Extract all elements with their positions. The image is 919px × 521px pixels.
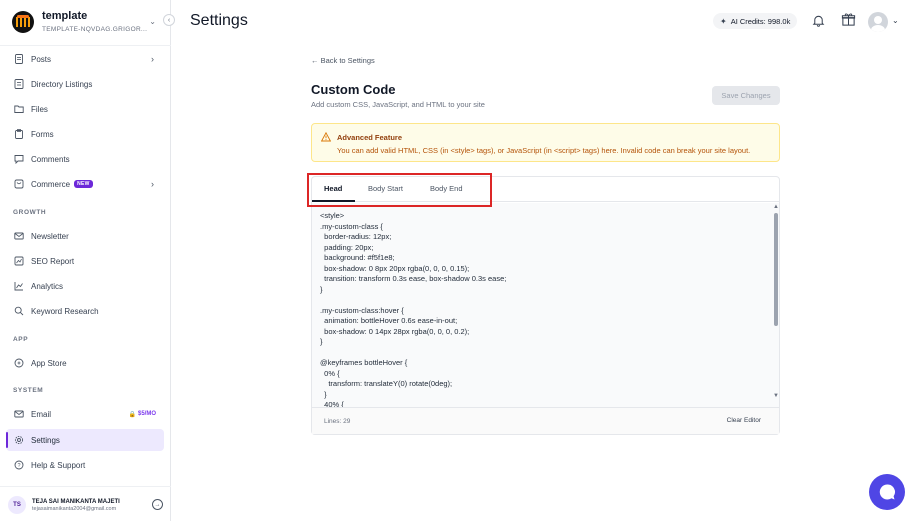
sidebar-item-forms[interactable]: Forms <box>6 123 164 145</box>
sidebar-item-label: Posts <box>31 54 52 64</box>
active-tab-indicator <box>312 200 355 202</box>
svg-text:?: ? <box>17 463 20 469</box>
custom-code-title: Custom Code <box>311 82 396 97</box>
sidebar-item-seo-report[interactable]: SEO Report <box>6 250 164 272</box>
document-icon <box>14 54 24 64</box>
page-title: Settings <box>190 12 248 29</box>
editor-scrollbar[interactable]: ▲ ▼ <box>772 203 779 407</box>
new-badge: NEW <box>74 180 93 188</box>
site-domain: TEMPLATE-NQVDAG.GRIGOR... <box>42 25 148 33</box>
chat-support-button[interactable] <box>869 474 905 510</box>
code-content[interactable]: <style> .my-custom-class { border-radius… <box>320 211 506 407</box>
code-tabs: Head Body Start Body End <box>312 177 779 202</box>
gear-icon <box>14 435 24 445</box>
report-icon <box>14 256 24 266</box>
advanced-feature-alert: Advanced Feature You can add valid HTML,… <box>311 123 780 162</box>
tab-body-start[interactable]: Body Start <box>368 184 403 193</box>
sidebar-item-label: Help & Support <box>31 460 86 470</box>
logout-icon[interactable]: → <box>152 499 163 510</box>
sidebar-item-label: Files <box>31 104 48 114</box>
search-icon <box>14 306 24 316</box>
line-count: Lines: 29 <box>324 418 351 425</box>
chevron-right-icon: › <box>151 54 154 64</box>
sidebar-item-keyword-research[interactable]: Keyword Research <box>6 300 164 322</box>
sidebar-item-label: SEO Report <box>31 256 75 266</box>
gift-icon[interactable] <box>841 12 856 27</box>
section-label-app: APP <box>13 336 29 343</box>
sidebar-item-help-support[interactable]: ? Help & Support <box>6 454 164 476</box>
collapse-sidebar-button[interactable]: ‹ <box>163 14 175 26</box>
sidebar: template TEMPLATE-NQVDAG.GRIGOR... ⌄ Pos… <box>0 0 171 521</box>
list-icon <box>14 79 24 89</box>
scroll-down-icon[interactable]: ▼ <box>773 393 779 399</box>
sidebar-item-label: App Store <box>31 358 67 368</box>
section-label-growth: GROWTH <box>13 209 47 216</box>
code-editor[interactable]: <style> .my-custom-class { border-radius… <box>312 203 779 407</box>
warning-icon <box>321 132 331 142</box>
sidebar-item-analytics[interactable]: Analytics <box>6 275 164 297</box>
sidebar-item-comments[interactable]: Comments <box>6 148 164 170</box>
lock-icon: 🔒 <box>128 411 136 418</box>
save-changes-button[interactable]: Save Changes <box>712 86 780 105</box>
back-to-settings-link[interactable]: ← Back to Settings <box>311 56 375 65</box>
scroll-thumb[interactable] <box>774 213 778 326</box>
sidebar-item-commerce[interactable]: Commerce NEW › <box>6 173 164 195</box>
section-label-system: SYSTEM <box>13 387 44 394</box>
site-switcher[interactable]: template TEMPLATE-NQVDAG.GRIGOR... ⌄ <box>12 8 162 36</box>
store-icon <box>14 358 24 368</box>
chat-bubble-icon <box>879 484 895 500</box>
ai-credits-badge[interactable]: ✦ AI Credits: 998.0k <box>713 13 798 29</box>
magic-wand-icon: ✦ <box>720 16 727 26</box>
sidebar-item-directory-listings[interactable]: Directory Listings <box>6 73 164 95</box>
sidebar-item-label: Analytics <box>31 281 64 291</box>
site-logo <box>12 11 34 33</box>
tab-head[interactable]: Head <box>324 184 342 193</box>
sidebar-item-label: Directory Listings <box>31 79 93 89</box>
user-email: tejasaimanikanta2004@gmail.com <box>32 505 117 512</box>
clear-editor-button[interactable]: Clear Editor <box>727 417 761 424</box>
folder-icon <box>14 104 24 114</box>
alert-text: You can add valid HTML, CSS (in <style> … <box>337 146 751 155</box>
price-badge: 🔒 $5/MO <box>128 411 157 418</box>
chat-icon <box>14 154 24 164</box>
bell-icon[interactable] <box>812 14 825 27</box>
user-profile[interactable]: TS TEJA SAI MANIKANTA MAJETI tejasaimani… <box>8 495 163 515</box>
help-icon: ? <box>14 460 24 470</box>
sidebar-item-label: Email <box>31 409 52 419</box>
sidebar-item-files[interactable]: Files <box>6 98 164 120</box>
sidebar-item-posts[interactable]: Posts › <box>6 48 164 70</box>
editor-footer: Lines: 29 Clear Editor <box>312 407 779 434</box>
site-name: template <box>42 9 88 22</box>
chart-icon <box>14 281 24 291</box>
mail-icon <box>14 409 24 419</box>
mail-icon <box>14 231 24 241</box>
chevron-down-icon: ⌄ <box>149 17 156 26</box>
scroll-up-icon[interactable]: ▲ <box>773 204 779 210</box>
sidebar-item-label: Settings <box>31 435 60 445</box>
sidebar-item-settings[interactable]: Settings <box>6 429 164 451</box>
sidebar-item-app-store[interactable]: App Store <box>6 352 164 374</box>
tab-body-end[interactable]: Body End <box>430 184 463 193</box>
code-editor-card: Head Body Start Body End <style> .my-cus… <box>311 176 780 435</box>
sidebar-item-label: Keyword Research <box>31 306 99 316</box>
sidebar-item-newsletter[interactable]: Newsletter <box>6 225 164 247</box>
custom-code-description: Add custom CSS, JavaScript, and HTML to … <box>311 100 485 109</box>
sidebar-item-label: Commerce <box>31 179 71 189</box>
sidebar-item-email[interactable]: Email 🔒 $5/MO <box>6 403 164 425</box>
user-name: TEJA SAI MANIKANTA MAJETI <box>32 498 120 505</box>
avatar: TS <box>8 496 26 514</box>
sidebar-item-label: Comments <box>31 154 70 164</box>
alert-title: Advanced Feature <box>337 133 403 142</box>
profile-avatar[interactable] <box>868 12 888 32</box>
clipboard-icon <box>14 129 24 139</box>
sidebar-item-label: Newsletter <box>31 231 69 241</box>
chevron-right-icon: › <box>151 179 154 189</box>
chevron-down-icon[interactable]: ⌄ <box>892 16 899 25</box>
sidebar-item-label: Forms <box>31 129 54 139</box>
cart-icon <box>14 179 24 189</box>
